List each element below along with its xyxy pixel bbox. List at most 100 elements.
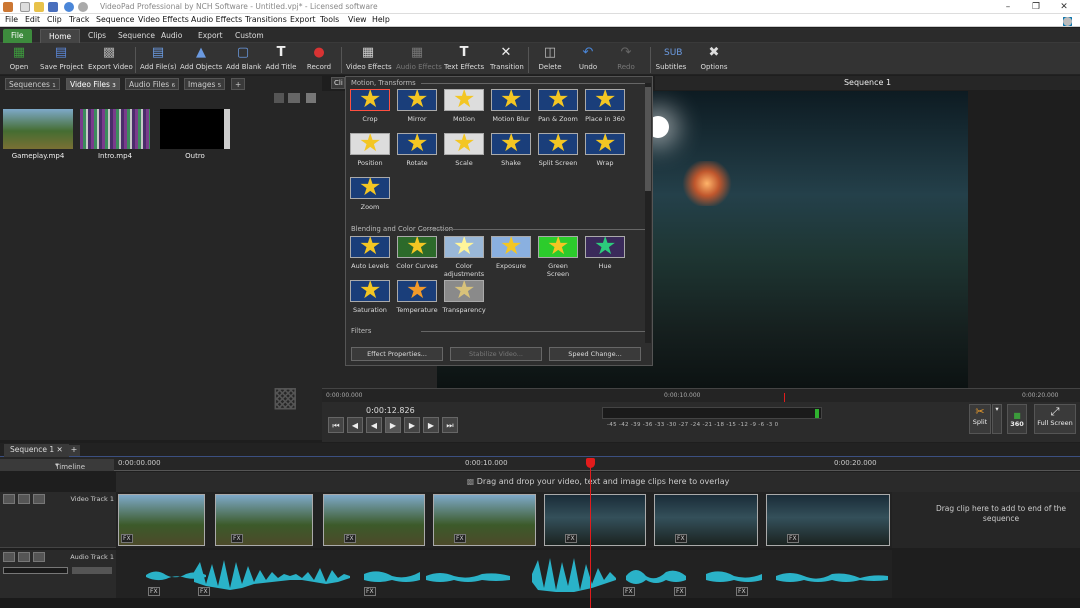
playhead-line[interactable] bbox=[590, 458, 591, 608]
export-video-button[interactable]: ▩ Export Video bbox=[88, 45, 133, 75]
redo-button[interactable]: ↷ Redo bbox=[614, 45, 638, 75]
pan-slider[interactable] bbox=[72, 567, 112, 574]
tab-sequences[interactable]: Sequences 1 bbox=[5, 78, 60, 90]
effect-split-screen[interactable]: ★ Split Screen bbox=[536, 133, 580, 167]
effect-pan-zoom[interactable]: ★ Pan & Zoom bbox=[536, 89, 580, 123]
close-button[interactable]: ✕ bbox=[1054, 1, 1074, 13]
panel-menu-icon[interactable] bbox=[306, 93, 316, 103]
track-toggle-icon[interactable] bbox=[3, 552, 15, 562]
stabilize-video-button[interactable]: Stabilize Video... bbox=[450, 347, 542, 361]
add-title-button[interactable]: T Add Title bbox=[265, 45, 297, 75]
effect-transparency[interactable]: ★ Transparency bbox=[442, 280, 486, 314]
audio-fx[interactable]: FX bbox=[148, 587, 160, 596]
tab-sequence-1[interactable]: Sequence 1 ✕ bbox=[4, 444, 69, 457]
add-blank-button[interactable]: ▢ Add Blank bbox=[226, 45, 261, 75]
play-button[interactable]: ▶ bbox=[385, 417, 401, 433]
effect-properties-button[interactable]: Effect Properties... bbox=[351, 347, 443, 361]
audio-fx[interactable]: FX bbox=[198, 587, 210, 596]
step-back-button[interactable]: ◀ bbox=[366, 417, 382, 433]
undo-icon[interactable] bbox=[64, 2, 74, 12]
effect-green-screen[interactable]: ★ Green Screen bbox=[536, 236, 580, 278]
maximize-button[interactable]: ❐ bbox=[1026, 1, 1046, 13]
split-button[interactable]: ✂ Split bbox=[969, 404, 991, 434]
effect-wrap[interactable]: ★ Wrap bbox=[583, 133, 627, 167]
tab-images[interactable]: Images 5 bbox=[184, 78, 226, 90]
overlay-drop-zone[interactable]: ▩ Drag and drop your video, text and ima… bbox=[116, 472, 1080, 492]
save-icon[interactable] bbox=[48, 2, 58, 12]
tab-clip-preview[interactable]: Cli bbox=[331, 77, 345, 89]
menu-sequence[interactable]: Sequence bbox=[96, 15, 134, 24]
tab-home[interactable]: Home bbox=[40, 29, 81, 43]
menu-edit[interactable]: Edit bbox=[25, 15, 40, 24]
video-clip[interactable]: FX bbox=[118, 494, 205, 546]
scrub-position[interactable] bbox=[784, 393, 785, 402]
redo-icon[interactable] bbox=[78, 2, 88, 12]
audio-fx[interactable]: FX bbox=[674, 587, 686, 596]
effect-shake[interactable]: ★ Shake bbox=[489, 133, 533, 167]
effect-scale[interactable]: ★ Scale bbox=[442, 133, 486, 167]
speed-change-button[interactable]: Speed Change... bbox=[549, 347, 641, 361]
speaker-icon[interactable] bbox=[18, 552, 30, 562]
menu-export[interactable]: Export bbox=[290, 15, 316, 24]
tab-clips[interactable]: Clips bbox=[80, 29, 114, 43]
tab-audio-files[interactable]: Audio Files 6 bbox=[125, 78, 180, 90]
media-thumb-gameplay[interactable] bbox=[3, 109, 73, 149]
preview-scrubber[interactable]: 0:00:00.000 0:00:10.000 0:00:20.000 bbox=[322, 388, 1080, 402]
menu-track[interactable]: Track bbox=[69, 15, 89, 24]
menu-tools[interactable]: Tools bbox=[320, 15, 339, 24]
audio-track[interactable]: FX FX FX FX FX FX bbox=[116, 550, 892, 598]
media-thumb-outro[interactable] bbox=[160, 109, 230, 149]
effect-saturation[interactable]: ★ Saturation bbox=[348, 280, 392, 314]
effect-motion-blur[interactable]: ★ Motion Blur bbox=[489, 89, 533, 123]
tab-video-files[interactable]: Video Files 3 bbox=[66, 78, 120, 90]
delete-button[interactable]: ◫ Delete bbox=[537, 45, 563, 75]
effect-crop[interactable]: ★ Crop bbox=[348, 89, 392, 123]
video-clip[interactable]: FX bbox=[323, 494, 425, 546]
vr360-button[interactable]: ■ 360 bbox=[1007, 404, 1027, 434]
effect-mirror[interactable]: ★ Mirror bbox=[395, 89, 439, 123]
add-bin-tab[interactable]: + bbox=[231, 78, 246, 90]
media-thumb-intro[interactable] bbox=[80, 109, 150, 149]
tab-custom[interactable]: Custom bbox=[227, 29, 272, 43]
effect-exposure[interactable]: ★ Exposure bbox=[489, 236, 533, 270]
video-clip[interactable]: FX bbox=[766, 494, 890, 546]
audio-fx[interactable]: FX bbox=[623, 587, 635, 596]
menu-help[interactable]: Help bbox=[372, 15, 390, 24]
effect-color-curves[interactable]: ★ Color Curves bbox=[395, 236, 439, 270]
timeline-ruler[interactable]: Timeline ▾ 0:00:00.000 0:00:10.000 0:00:… bbox=[0, 457, 1080, 471]
eye-icon[interactable] bbox=[18, 494, 30, 504]
track-toggle-icon[interactable] bbox=[3, 494, 15, 504]
video-clip[interactable]: FX bbox=[215, 494, 313, 546]
scroll-thumb[interactable] bbox=[645, 87, 651, 191]
effect-auto-levels[interactable]: ★ Auto Levels bbox=[348, 236, 392, 270]
options-button[interactable]: ✖ Options bbox=[700, 45, 728, 75]
effect-hue[interactable]: ★ Hue bbox=[583, 236, 627, 270]
skip-end-button[interactable]: ⏭ bbox=[442, 417, 458, 433]
menu-view[interactable]: View bbox=[348, 15, 367, 24]
full-screen-button[interactable]: ⤢ Full Screen bbox=[1034, 404, 1076, 434]
append-drop-zone[interactable]: Drag clip here to add to end of the sequ… bbox=[892, 492, 1080, 548]
effect-rotate[interactable]: ★ Rotate bbox=[395, 133, 439, 167]
prev-frame-button[interactable]: ◀ bbox=[347, 417, 363, 433]
folder-icon[interactable] bbox=[34, 2, 44, 12]
step-forward-button[interactable]: ▶ bbox=[404, 417, 420, 433]
effect-temperature[interactable]: ★ Temperature bbox=[395, 280, 439, 314]
lock-icon[interactable] bbox=[33, 494, 45, 504]
subtitles-button[interactable]: SUB Subtitles bbox=[655, 45, 687, 75]
lock-icon[interactable] bbox=[33, 552, 45, 562]
menu-clip[interactable]: Clip bbox=[47, 15, 62, 24]
menu-video-effects[interactable]: Video Effects bbox=[138, 15, 189, 24]
effect-zoom[interactable]: ★ Zoom bbox=[348, 177, 392, 211]
tab-audio[interactable]: Audio bbox=[153, 29, 190, 43]
next-frame-button[interactable]: ▶ bbox=[423, 417, 439, 433]
add-objects-button[interactable]: ▲ Add Objects bbox=[180, 45, 222, 75]
skip-start-button[interactable]: ⏮ bbox=[328, 417, 344, 433]
video-clip[interactable]: FX bbox=[654, 494, 758, 546]
menu-audio-effects[interactable]: Audio Effects bbox=[191, 15, 242, 24]
minimize-button[interactable]: – bbox=[998, 1, 1018, 13]
volume-slider[interactable] bbox=[3, 567, 68, 574]
transition-button[interactable]: ✕ Transition bbox=[490, 45, 524, 75]
video-clip[interactable]: FX bbox=[544, 494, 646, 546]
new-icon[interactable] bbox=[20, 2, 30, 12]
split-dropdown[interactable]: ▾ bbox=[992, 404, 1002, 434]
